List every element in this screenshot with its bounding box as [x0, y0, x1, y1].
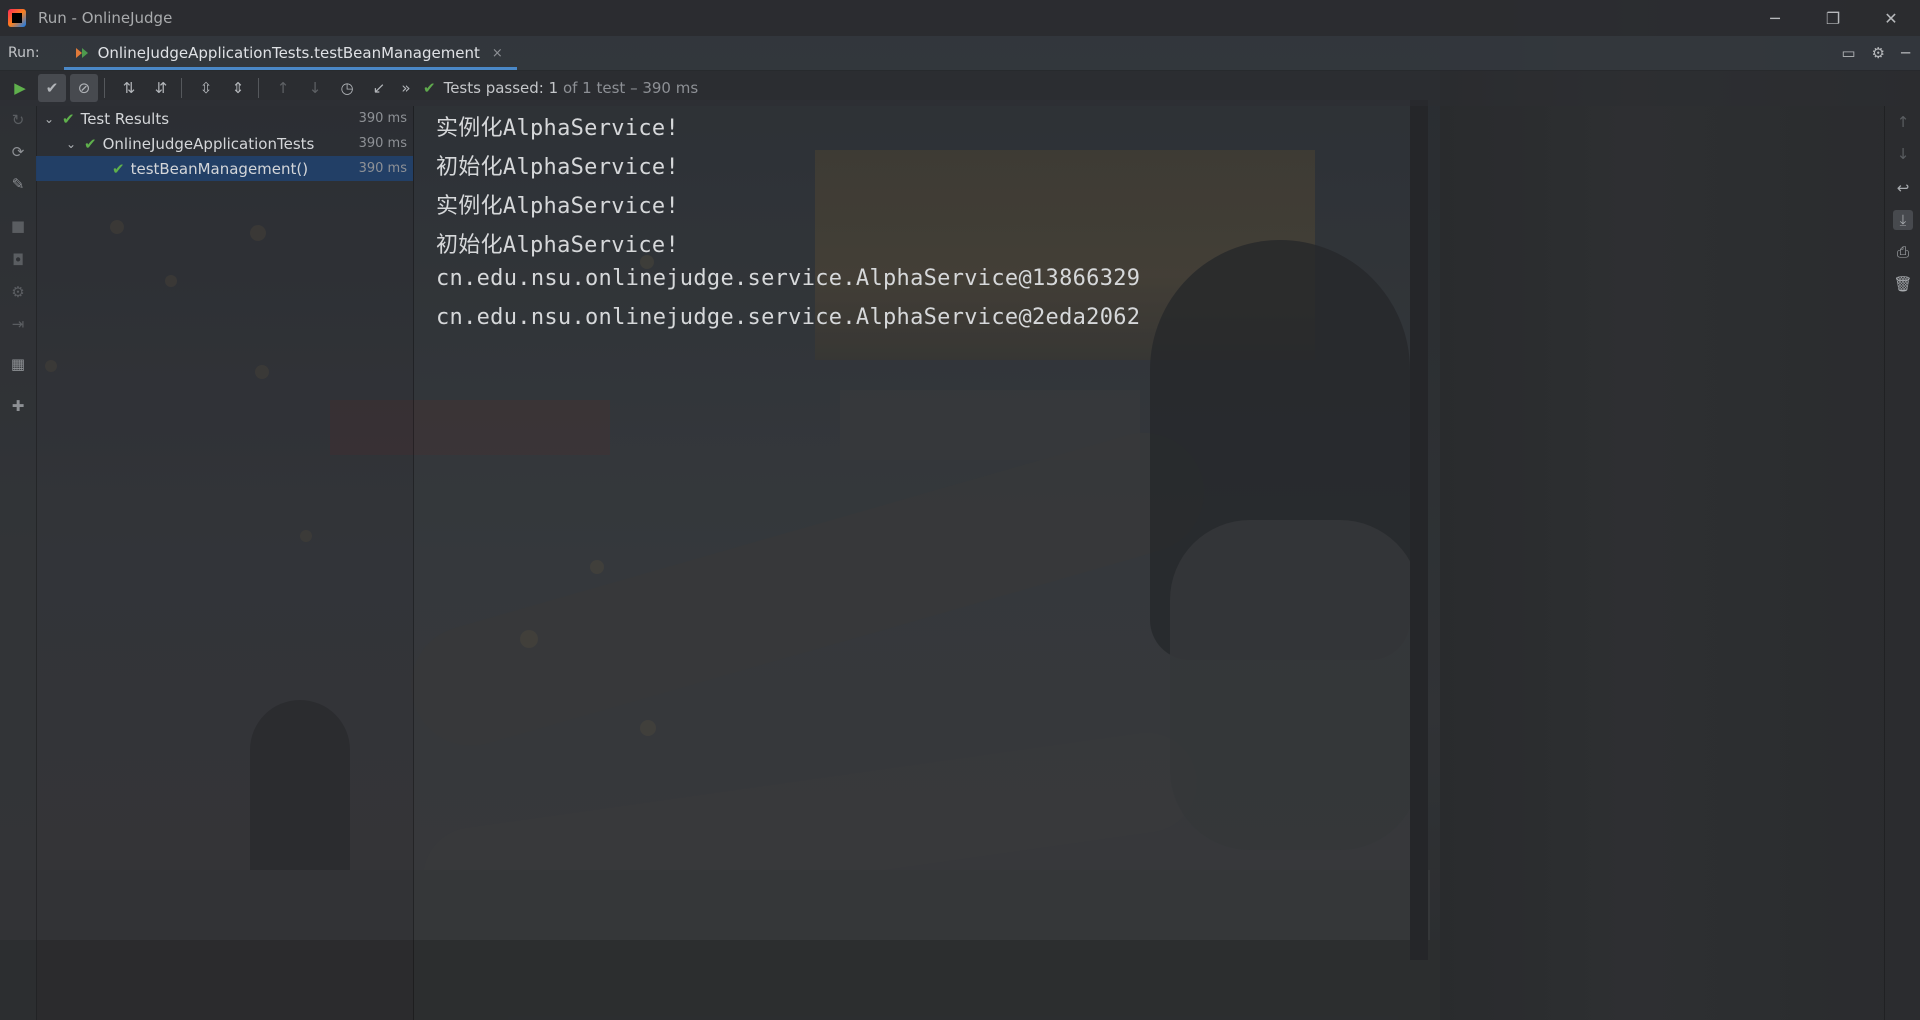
exit-icon[interactable]: ⇥ — [8, 314, 28, 334]
passed-check-icon: ✔ — [423, 79, 436, 97]
console-line: cn.edu.nsu.onlinejudge.service.AlphaServ… — [436, 305, 1141, 330]
expand-all-icon[interactable]: ⇳ — [192, 74, 220, 102]
run-config-tab[interactable]: OnlineJudgeApplicationTests.testBeanMana… — [63, 36, 517, 70]
camera-icon[interactable]: ◘ — [8, 250, 28, 270]
tree-row-duration: 390 ms — [358, 136, 407, 151]
tree-row-test-results[interactable]: ⌄ ✔ Test Results 390 ms — [36, 106, 413, 131]
more-actions-icon[interactable]: » — [397, 74, 415, 102]
close-button[interactable]: ✕ — [1862, 0, 1920, 36]
test-results-tree: ⌄ ✔ Test Results 390 ms ⌄ ✔ OnlineJudgeA… — [36, 106, 414, 1020]
arrow-down-icon[interactable]: ↓ — [1893, 144, 1913, 164]
chevron-down-icon[interactable]: ⌄ — [64, 137, 78, 151]
pin-icon[interactable]: ✚ — [8, 396, 28, 416]
tree-row-test-method[interactable]: ✔ testBeanManagement() 390 ms — [36, 156, 413, 181]
chevron-down-icon[interactable]: ⌄ — [42, 112, 56, 126]
previous-failed-icon[interactable]: ↑ — [269, 74, 297, 102]
layout-icon[interactable]: ▭ — [1841, 44, 1855, 62]
hide-icon[interactable]: ─ — [1901, 44, 1910, 62]
passed-check-icon: ✔ — [84, 134, 97, 153]
console-line: 初始化AlphaService! — [436, 233, 679, 258]
console-line: 初始化AlphaService! — [436, 155, 679, 180]
passed-check-icon: ✔ — [62, 109, 75, 128]
test-run-icon — [75, 47, 88, 59]
minimize-button[interactable]: ─ — [1746, 0, 1804, 36]
trash-icon[interactable]: 🗑 — [1893, 274, 1913, 294]
window-title: Run - OnlineJudge — [38, 9, 173, 27]
scroll-to-end-icon[interactable]: ⤓ — [1893, 210, 1913, 230]
tree-row-label: testBeanManagement() — [130, 159, 309, 178]
console-line: 实例化AlphaService! — [436, 194, 679, 219]
toolbar-separator — [104, 78, 105, 98]
tree-row-duration: 390 ms — [358, 111, 407, 126]
run-tool-window-header: Run: OnlineJudgeApplicationTests.testBea… — [0, 36, 1920, 71]
layout-grid-icon[interactable]: ▦ — [8, 354, 28, 374]
window-controls: ─ ❐ ✕ — [1746, 0, 1920, 36]
settings-gear-icon[interactable]: ⚙ — [8, 282, 28, 302]
restore-button[interactable]: ❐ — [1804, 0, 1862, 36]
arrow-up-icon[interactable]: ↑ — [1893, 112, 1913, 132]
run-label: Run: — [8, 45, 40, 61]
print-icon[interactable]: ⎙ — [1893, 242, 1913, 262]
tree-row-duration: 390 ms — [358, 161, 407, 176]
passed-check-icon: ✔ — [112, 159, 125, 178]
test-history-icon[interactable]: ◷ — [333, 74, 361, 102]
tree-row-label: OnlineJudgeApplicationTests — [102, 134, 315, 153]
import-tests-icon[interactable]: ↙ — [365, 74, 393, 102]
console-output[interactable]: 实例化AlphaService! 初始化AlphaService! 实例化Alp… — [414, 106, 1884, 1020]
tree-row-test-class[interactable]: ⌄ ✔ OnlineJudgeApplicationTests 390 ms — [36, 131, 413, 156]
right-action-strip: ↑ ↓ ↩ ⤓ ⎙ 🗑 — [1884, 106, 1920, 1020]
toolbar-separator — [181, 78, 182, 98]
run-config-tab-label: OnlineJudgeApplicationTests.testBeanMana… — [97, 44, 480, 62]
sort-alphabetically-icon[interactable]: ⇅ — [115, 74, 143, 102]
toolbar-separator — [258, 78, 259, 98]
wrench-icon[interactable]: ✎ — [8, 174, 28, 194]
tree-row-label: Test Results — [80, 109, 170, 128]
collapse-all-icon[interactable]: ⇕ — [224, 74, 252, 102]
intellij-app-icon — [8, 9, 26, 27]
test-status: ✔ Tests passed: 1 of 1 test – 390 ms — [423, 79, 698, 97]
gear-icon[interactable]: ⚙ — [1872, 44, 1885, 62]
runbar-actions: ▭ ⚙ ─ — [1841, 36, 1910, 70]
soft-wrap-icon[interactable]: ↩ — [1893, 178, 1913, 198]
tests-passed-detail: of 1 test – 390 ms — [562, 79, 699, 97]
next-failed-icon[interactable]: ↓ — [301, 74, 329, 102]
toggle-auto-test-icon[interactable]: ⟳ — [8, 142, 28, 162]
left-action-strip: ↻ ⟳ ✎ ■ ◘ ⚙ ⇥ ▦ ✚ — [0, 106, 37, 1020]
rerun-failed-icon[interactable]: ↻ — [8, 110, 28, 130]
show-ignored-icon[interactable]: ⊘ — [70, 74, 98, 102]
sort-by-duration-icon[interactable]: ⇵ — [147, 74, 175, 102]
console-line: cn.edu.nsu.onlinejudge.service.AlphaServ… — [436, 266, 1141, 291]
window-titlebar: Run - OnlineJudge ─ ❐ ✕ — [0, 0, 1920, 36]
rerun-icon[interactable]: ▶ — [6, 74, 34, 102]
tests-passed-text: Tests passed: 1 — [443, 79, 559, 97]
show-passed-icon[interactable]: ✔ — [38, 74, 66, 102]
console-line: 实例化AlphaService! — [436, 116, 679, 141]
test-runner-toolbar: ▶ ✔ ⊘ ⇅ ⇵ ⇳ ⇕ ↑ ↓ ◷ ↙ » ✔ Tests passed: … — [0, 70, 1920, 106]
tab-close-icon[interactable]: × — [492, 46, 503, 61]
stop-icon[interactable]: ■ — [8, 216, 28, 236]
